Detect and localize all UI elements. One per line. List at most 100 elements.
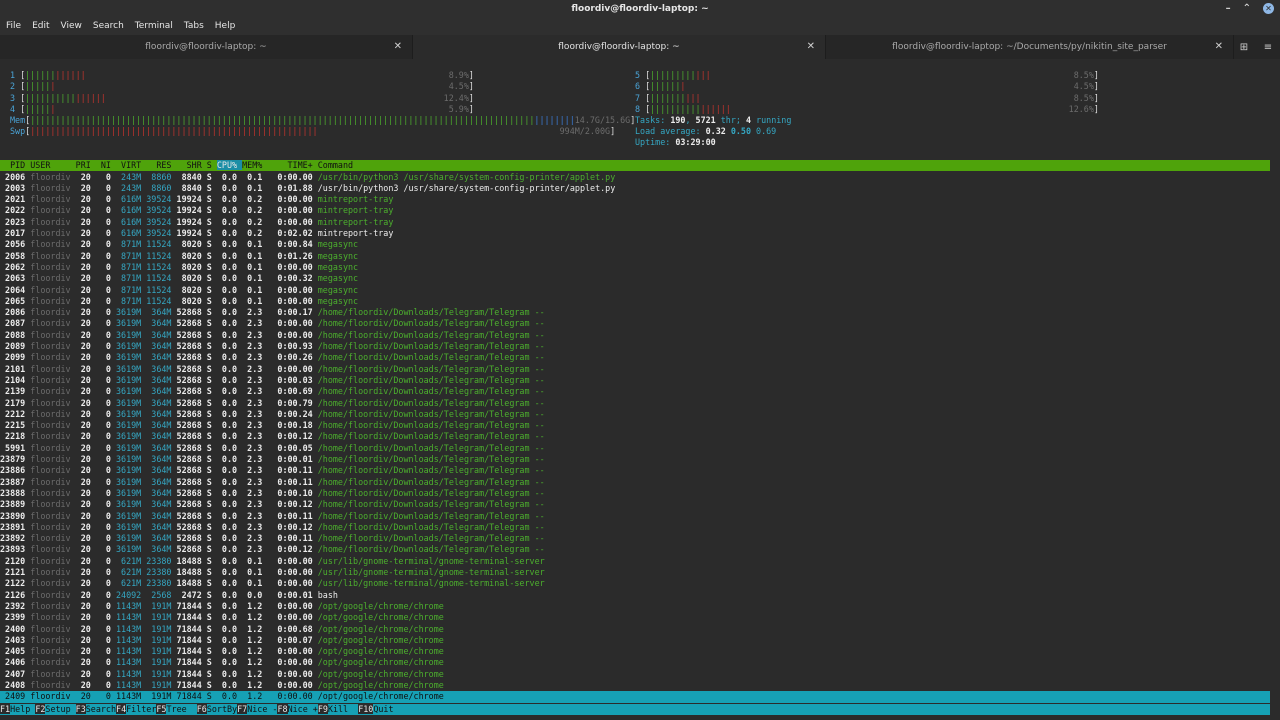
fkey-f3[interactable]: F3 xyxy=(75,704,86,714)
fkey-f9[interactable]: F9 xyxy=(317,704,328,714)
table-row[interactable]: 2405 floordiv 20 0 1143M 191M 71844 S 0.… xyxy=(0,646,1270,657)
table-row[interactable]: 23888 floordiv 20 0 3619M 364M 52868 S 0… xyxy=(0,488,1270,499)
hamburger-menu-icon[interactable]: ≡ xyxy=(1264,42,1272,53)
menu-search[interactable]: Search xyxy=(87,21,129,31)
table-row[interactable]: 2062 floordiv 20 0 871M 11524 8020 S 0.0… xyxy=(0,262,1270,273)
table-row[interactable]: 2218 floordiv 20 0 3619M 364M 52868 S 0.… xyxy=(0,431,1270,442)
new-tab-icon[interactable]: ⊞ xyxy=(1240,42,1248,53)
fkey-label-f6[interactable]: SortBy xyxy=(207,704,237,714)
tab-home-2[interactable]: floordiv@floordiv-laptop: ~ ✕ xyxy=(413,35,826,59)
table-row[interactable]: 2400 floordiv 20 0 1143M 191M 71844 S 0.… xyxy=(0,624,1270,635)
table-row[interactable]: 2407 floordiv 20 0 1143M 191M 71844 S 0.… xyxy=(0,669,1270,680)
table-row[interactable]: 2212 floordiv 20 0 3619M 364M 52868 S 0.… xyxy=(0,409,1270,420)
fkey-f2[interactable]: F2 xyxy=(35,704,46,714)
column-header-res[interactable]: RES xyxy=(146,160,176,170)
close-tab-icon[interactable]: ✕ xyxy=(807,41,815,52)
table-row[interactable]: 2120 floordiv 20 0 621M 23380 18488 S 0.… xyxy=(0,556,1270,567)
table-row[interactable]: 2121 floordiv 20 0 621M 23380 18488 S 0.… xyxy=(0,567,1270,578)
table-row[interactable]: 2021 floordiv 20 0 616M 39524 19924 S 0.… xyxy=(0,194,1270,205)
table-row[interactable]: 2179 floordiv 20 0 3619M 364M 52868 S 0.… xyxy=(0,398,1270,409)
terminal-area[interactable]: 1 [|||||||||||| 8.9%] 2 [|||||| 4.5%] 3 [|… xyxy=(0,59,1280,720)
fkey-f5[interactable]: F5 xyxy=(156,704,167,714)
table-row[interactable]: 2408 floordiv 20 0 1143M 191M 71844 S 0.… xyxy=(0,680,1270,691)
column-header-cpu[interactable]: CPU% xyxy=(216,160,243,170)
table-row[interactable]: 2126 floordiv 20 0 24092 2568 2472 S 0.0… xyxy=(0,590,1270,601)
fkey-f8[interactable]: F8 xyxy=(277,704,288,714)
process-table-header[interactable]: PID USER PRI NI VIRT RES SHR S CPU% MEM%… xyxy=(0,160,1270,171)
table-row[interactable]: 2101 floordiv 20 0 3619M 364M 52868 S 0.… xyxy=(0,364,1270,375)
table-row[interactable]: 2017 floordiv 20 0 616M 39524 19924 S 0.… xyxy=(0,228,1270,239)
fkey-f10[interactable]: F10 xyxy=(358,704,374,714)
fkey-label-f4[interactable]: Filter xyxy=(126,704,156,714)
column-header-ni[interactable]: NI xyxy=(96,160,116,170)
table-row[interactable]: 2022 floordiv 20 0 616M 39524 19924 S 0.… xyxy=(0,205,1270,216)
fkey-label-f8[interactable]: Nice + xyxy=(288,704,318,714)
table-row[interactable]: 23891 floordiv 20 0 3619M 364M 52868 S 0… xyxy=(0,522,1270,533)
menu-file[interactable]: File xyxy=(0,21,26,31)
table-row[interactable]: 2403 floordiv 20 0 1143M 191M 71844 S 0.… xyxy=(0,635,1270,646)
table-row[interactable]: 2056 floordiv 20 0 871M 11524 8020 S 0.0… xyxy=(0,239,1270,250)
fkey-f1[interactable]: F1 xyxy=(0,704,11,714)
close-icon[interactable]: ✕ xyxy=(1263,3,1274,14)
table-row[interactable]: 23893 floordiv 20 0 3619M 364M 52868 S 0… xyxy=(0,544,1270,555)
table-row[interactable]: 2099 floordiv 20 0 3619M 364M 52868 S 0.… xyxy=(0,352,1270,363)
table-row[interactable]: 23892 floordiv 20 0 3619M 364M 52868 S 0… xyxy=(0,533,1270,544)
maximize-icon[interactable]: ⌃ xyxy=(1243,3,1251,14)
menu-tabs[interactable]: Tabs xyxy=(178,21,209,31)
column-header-user[interactable]: USER xyxy=(30,160,75,170)
table-row[interactable]: 2058 floordiv 20 0 871M 11524 8020 S 0.0… xyxy=(0,251,1270,262)
table-row[interactable]: 2003 floordiv 20 0 243M 8860 8840 S 0.0 … xyxy=(0,183,1270,194)
menu-help[interactable]: Help xyxy=(209,21,241,31)
window-titlebar[interactable]: floordiv@floordiv-laptop: ~ – ⌃ ✕ xyxy=(0,0,1280,17)
fkey-label-f1[interactable]: Help xyxy=(10,704,35,714)
table-row[interactable]: 23886 floordiv 20 0 3619M 364M 52868 S 0… xyxy=(0,465,1270,476)
menu-edit[interactable]: Edit xyxy=(26,21,54,31)
fkey-label-f2[interactable]: Setup xyxy=(45,704,75,714)
menu-view[interactable]: View xyxy=(55,21,87,31)
table-row[interactable]: 2139 floordiv 20 0 3619M 364M 52868 S 0.… xyxy=(0,386,1270,397)
table-row[interactable]: 2399 floordiv 20 0 1143M 191M 71844 S 0.… xyxy=(0,612,1270,623)
table-row[interactable]: 23879 floordiv 20 0 3619M 364M 52868 S 0… xyxy=(0,454,1270,465)
column-header-pri[interactable]: PRI xyxy=(76,160,96,170)
fkey-f7[interactable]: F7 xyxy=(237,704,248,714)
table-row[interactable]: 2063 floordiv 20 0 871M 11524 8020 S 0.0… xyxy=(0,273,1270,284)
column-header-virt[interactable]: VIRT xyxy=(116,160,146,170)
fkey-f4[interactable]: F4 xyxy=(116,704,127,714)
column-header-mem[interactable]: MEM% xyxy=(242,160,267,170)
fkey-label-f3[interactable]: Search xyxy=(86,704,116,714)
menu-terminal[interactable]: Terminal xyxy=(129,21,178,31)
table-row[interactable]: 23889 floordiv 20 0 3619M 364M 52868 S 0… xyxy=(0,499,1270,510)
table-row[interactable]: 5991 floordiv 20 0 3619M 364M 52868 S 0.… xyxy=(0,443,1270,454)
table-row[interactable]: 2104 floordiv 20 0 3619M 364M 52868 S 0.… xyxy=(0,375,1270,386)
table-row[interactable]: 23890 floordiv 20 0 3619M 364M 52868 S 0… xyxy=(0,511,1270,522)
tab-home-1[interactable]: floordiv@floordiv-laptop: ~ ✕ xyxy=(0,35,413,59)
terminal-scrollbar[interactable] xyxy=(1270,59,1280,720)
fkey-f6[interactable]: F6 xyxy=(196,704,207,714)
table-row[interactable]: 2406 floordiv 20 0 1143M 191M 71844 S 0.… xyxy=(0,657,1270,668)
column-header-s[interactable]: S xyxy=(207,160,217,170)
table-row[interactable]: 2064 floordiv 20 0 871M 11524 8020 S 0.0… xyxy=(0,285,1270,296)
table-row[interactable]: 2089 floordiv 20 0 3619M 364M 52868 S 0.… xyxy=(0,341,1270,352)
table-row[interactable]: 2087 floordiv 20 0 3619M 364M 52868 S 0.… xyxy=(0,318,1270,329)
close-tab-icon[interactable]: ✕ xyxy=(1215,41,1223,52)
minimize-icon[interactable]: – xyxy=(1226,3,1231,14)
table-row[interactable]: 2023 floordiv 20 0 616M 39524 19924 S 0.… xyxy=(0,217,1270,228)
tab-site-parser[interactable]: floordiv@floordiv-laptop: ~/Documents/py… xyxy=(826,35,1234,59)
table-row[interactable]: 2006 floordiv 20 0 243M 8860 8840 S 0.0 … xyxy=(0,172,1270,183)
fkey-label-f5[interactable]: Tree xyxy=(166,704,196,714)
fkey-label-f9[interactable]: Kill xyxy=(328,704,358,714)
table-row[interactable]: 2122 floordiv 20 0 621M 23380 18488 S 0.… xyxy=(0,578,1270,589)
column-header-time[interactable]: TIME+ xyxy=(267,160,317,170)
fkey-label-f7[interactable]: Nice - xyxy=(247,704,277,714)
table-row[interactable]: 23887 floordiv 20 0 3619M 364M 52868 S 0… xyxy=(0,477,1270,488)
fkey-label-f10[interactable]: Quit xyxy=(373,704,398,714)
table-row[interactable]: 2215 floordiv 20 0 3619M 364M 52868 S 0.… xyxy=(0,420,1270,431)
column-header-command[interactable]: Command xyxy=(318,160,353,170)
column-header-pid[interactable]: PID xyxy=(0,160,30,170)
table-row[interactable]: 2086 floordiv 20 0 3619M 364M 52868 S 0.… xyxy=(0,307,1270,318)
table-row[interactable]: 2088 floordiv 20 0 3619M 364M 52868 S 0.… xyxy=(0,330,1270,341)
table-row[interactable]: 2392 floordiv 20 0 1143M 191M 71844 S 0.… xyxy=(0,601,1270,612)
table-row-selected[interactable]: 2409 floordiv 20 0 1143M 191M 71844 S 0.… xyxy=(0,691,1270,703)
table-row[interactable]: 2065 floordiv 20 0 871M 11524 8020 S 0.0… xyxy=(0,296,1270,307)
close-tab-icon[interactable]: ✕ xyxy=(394,41,402,52)
